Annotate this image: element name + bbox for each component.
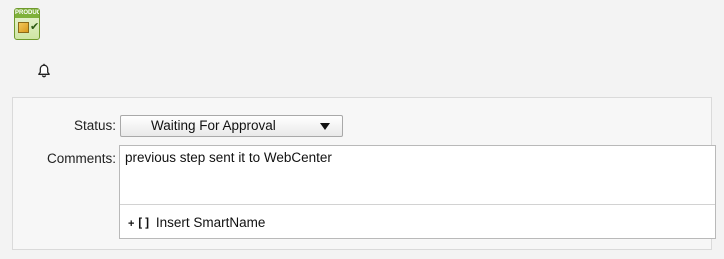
product-box-icon xyxy=(18,22,29,33)
comments-text: previous step sent it to WebCenter xyxy=(125,150,332,165)
plus-icon: + xyxy=(128,218,135,230)
insert-smartname-label: Insert SmartName xyxy=(155,215,266,230)
product-approval-icon: PRODUCT ✔ xyxy=(14,8,40,40)
comments-field[interactable]: previous step sent it to WebCenter +[] In… xyxy=(119,145,716,239)
status-dropdown[interactable]: Waiting For Approval xyxy=(120,115,343,137)
status-selected-value: Waiting For Approval xyxy=(151,118,276,133)
status-label: Status: xyxy=(73,118,116,133)
bell-icon[interactable] xyxy=(36,63,52,79)
insert-smartname-button[interactable]: +[] Insert SmartName xyxy=(128,214,265,232)
smartname-brackets-icon: [] xyxy=(136,216,151,230)
comments-label: Comments: xyxy=(46,151,116,166)
chevron-down-icon xyxy=(320,123,330,130)
comments-divider xyxy=(120,204,715,205)
product-tag-label: PRODUCT xyxy=(15,9,39,18)
checkmark-icon: ✔ xyxy=(30,21,40,33)
